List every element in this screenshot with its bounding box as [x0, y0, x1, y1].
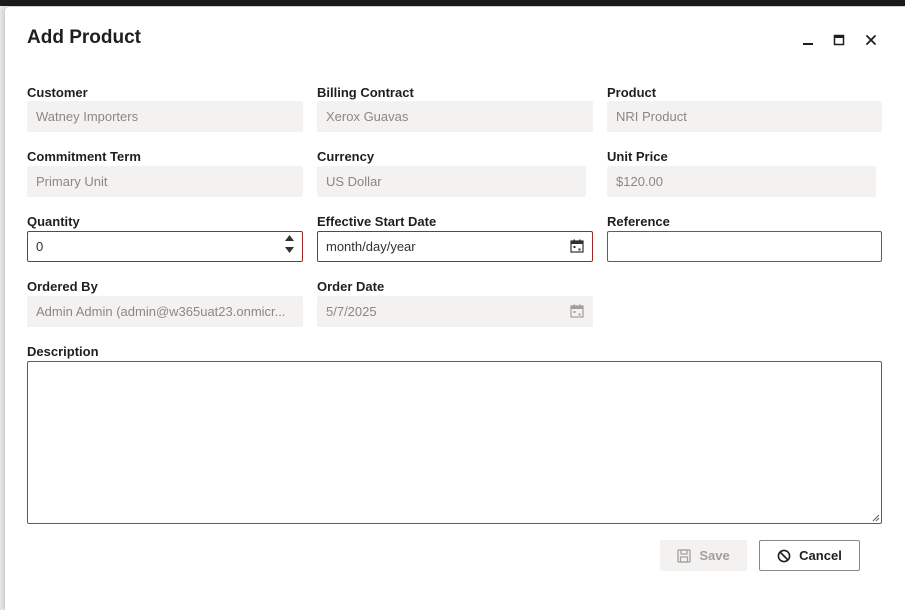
description-label: Description	[27, 344, 99, 359]
top-bar	[0, 0, 905, 6]
quantity-input[interactable]: 0	[27, 231, 303, 262]
quantity-label: Quantity	[27, 214, 80, 229]
close-icon	[866, 35, 876, 45]
calendar-icon	[570, 304, 584, 318]
spin-up-icon[interactable]	[285, 235, 294, 241]
currency-label: Currency	[317, 149, 375, 164]
unit-price-field: $120.00	[607, 166, 876, 197]
save-button[interactable]: Save	[660, 540, 747, 571]
spin-down-icon[interactable]	[285, 247, 294, 253]
ordered-by-field: Admin Admin (admin@w365uat23.onmicr...	[27, 296, 303, 327]
currency-field: US Dollar	[317, 166, 586, 197]
product-field: NRI Product	[607, 101, 882, 132]
effective-start-date-input[interactable]: month/day/year	[317, 231, 593, 262]
unit-price-label: Unit Price	[607, 149, 668, 164]
cancel-button[interactable]: Cancel	[759, 540, 860, 571]
commitment-term-field: Primary Unit	[27, 166, 303, 197]
description-textarea[interactable]	[27, 361, 882, 524]
close-button[interactable]	[860, 29, 882, 51]
effective-start-date-placeholder: month/day/year	[326, 239, 416, 254]
cancel-icon	[777, 549, 791, 562]
calendar-icon[interactable]	[570, 239, 584, 253]
minimize-icon	[803, 43, 813, 45]
customer-field: Watney Importers	[27, 101, 303, 132]
cancel-label: Cancel	[799, 548, 842, 563]
commitment-term-label: Commitment Term	[27, 149, 141, 164]
order-date-label: Order Date	[317, 279, 385, 294]
add-product-dialog: Add Product Customer Watney Importers Bi…	[5, 7, 905, 610]
resize-grip-icon[interactable]	[870, 512, 880, 522]
save-label: Save	[699, 548, 730, 563]
customer-label: Customer	[27, 85, 88, 100]
reference-label: Reference	[607, 214, 670, 229]
minimize-button[interactable]	[797, 29, 819, 51]
order-date-value: 5/7/2025	[326, 304, 377, 319]
product-label: Product	[607, 85, 657, 100]
effective-start-date-label: Effective Start Date	[317, 214, 437, 229]
maximize-icon	[833, 34, 845, 46]
ordered-by-label: Ordered By	[27, 279, 98, 294]
billing-contract-field: Xerox Guavas	[317, 101, 593, 132]
maximize-button[interactable]	[828, 29, 850, 51]
quantity-stepper[interactable]	[285, 235, 294, 253]
save-icon	[677, 548, 691, 563]
order-date-field: 5/7/2025	[317, 296, 593, 327]
billing-contract-label: Billing Contract	[317, 85, 414, 100]
reference-input[interactable]	[607, 231, 882, 262]
dialog-title: Add Product	[27, 27, 141, 48]
quantity-value: 0	[36, 239, 44, 254]
